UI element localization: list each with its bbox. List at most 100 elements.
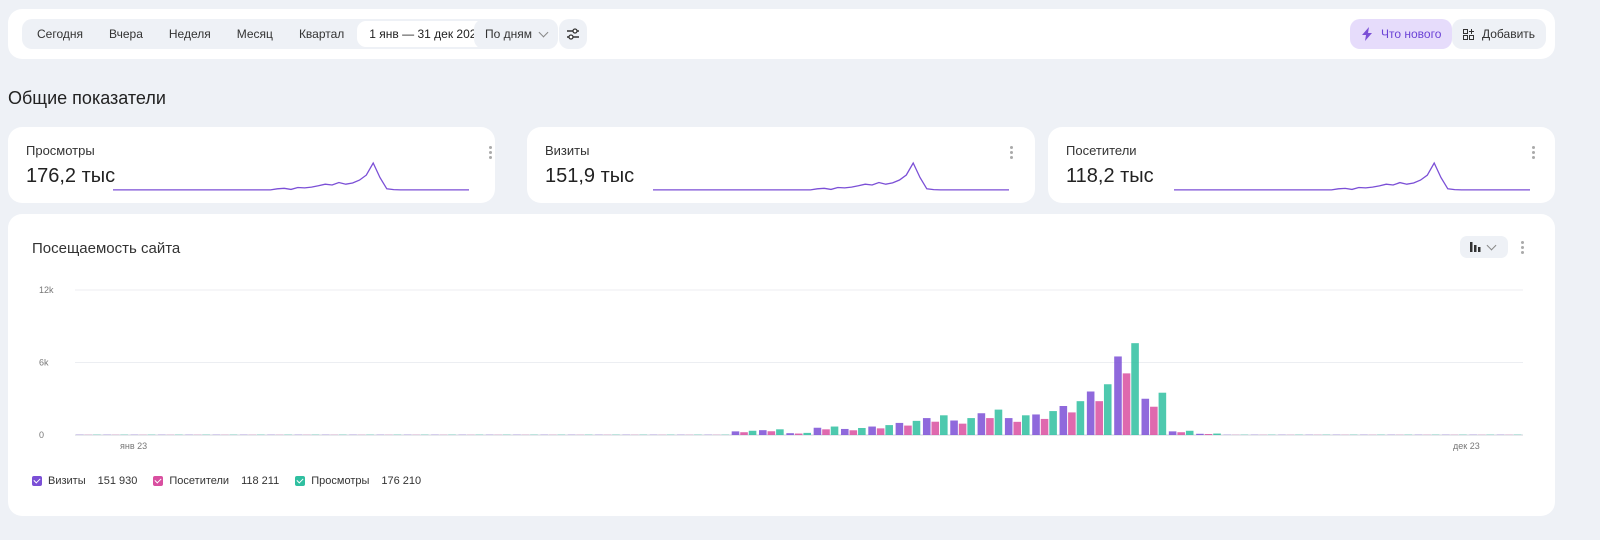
bar-0[interactable] [813, 427, 822, 435]
bar-0[interactable] [759, 430, 767, 435]
bar-0[interactable] [922, 418, 931, 435]
y-tick-label: 12k [39, 285, 54, 295]
bar-2[interactable] [803, 432, 812, 435]
bar-1[interactable] [1040, 418, 1049, 435]
bar-2[interactable] [1185, 430, 1194, 435]
period-quarter[interactable]: Квартал [286, 27, 357, 41]
y-tick-label: 0 [39, 430, 44, 440]
bar-2[interactable] [1131, 343, 1139, 435]
bar-2[interactable] [1103, 384, 1112, 435]
metric-label: Просмотры [26, 143, 95, 158]
bar-1[interactable] [986, 418, 994, 435]
more-icon[interactable] [489, 146, 492, 161]
bar-1[interactable] [958, 423, 967, 435]
bar-1[interactable] [1068, 412, 1076, 435]
bar-1[interactable] [1095, 401, 1103, 435]
metric-card-visitors[interactable]: Посетители 118,2 тыс [1048, 127, 1555, 203]
bar-0[interactable] [1086, 391, 1095, 436]
legend-visitors[interactable]: Посетители 118 211 [153, 475, 279, 487]
period-month[interactable]: Месяц [224, 27, 286, 41]
bar-1[interactable] [876, 428, 885, 435]
bar-0[interactable] [1196, 433, 1204, 435]
bar-2[interactable] [1021, 415, 1030, 435]
bar-1[interactable] [904, 425, 912, 435]
bar-1[interactable] [822, 429, 830, 435]
add-widget-button[interactable]: Добавить [1452, 19, 1547, 49]
legend-visits[interactable]: Визиты 151 930 [32, 475, 137, 487]
sparkline [1174, 161, 1530, 191]
metric-value: 151,9 тыс [545, 165, 635, 187]
bar-2[interactable] [912, 420, 921, 435]
bar-2[interactable] [776, 429, 784, 435]
bar-0[interactable] [1059, 406, 1068, 435]
bar-2[interactable] [1049, 411, 1057, 435]
bar-0[interactable] [868, 426, 876, 435]
chart-legend: Визиты 151 930 Посетители 118 211 Просмотр… [32, 475, 421, 487]
bar-0[interactable] [977, 413, 986, 435]
bar-2[interactable] [994, 409, 1003, 435]
filters-button[interactable] [559, 19, 587, 49]
period-yesterday[interactable]: Вчера [96, 27, 156, 41]
bar-1[interactable] [1150, 406, 1158, 435]
bar-0[interactable] [1168, 431, 1177, 435]
metric-card-visits[interactable]: Визиты 151,9 тыс [527, 127, 1035, 203]
chart-type-select[interactable] [1460, 236, 1508, 258]
sliders-icon [567, 28, 579, 40]
bar-2[interactable] [967, 418, 975, 435]
bar-2[interactable] [940, 415, 948, 435]
more-icon[interactable] [1532, 146, 1535, 161]
chevron-down-icon [538, 27, 549, 37]
whats-new-button[interactable]: Что нового [1350, 19, 1453, 49]
period-selector: Сегодня Вчера Неделя Месяц Квартал 1 янв… [22, 19, 513, 49]
bar-2[interactable] [830, 426, 839, 435]
bar-1[interactable] [794, 433, 803, 435]
metric-label: Визиты [545, 143, 590, 158]
y-tick-label: 6k [39, 358, 49, 368]
x-tick-label: дек 23 [1453, 441, 1480, 451]
legend-label: Визиты [48, 475, 86, 487]
bar-0[interactable] [950, 420, 958, 436]
sparkline [653, 161, 1009, 191]
more-icon[interactable] [1010, 146, 1013, 161]
bar-2[interactable] [1158, 392, 1167, 435]
legend-total: 176 210 [381, 475, 422, 487]
more-icon[interactable] [1521, 241, 1524, 256]
bar-2[interactable] [1213, 433, 1221, 435]
lightning-icon [1362, 27, 1372, 41]
bar-1[interactable] [931, 421, 940, 435]
bar-2[interactable] [885, 425, 893, 435]
bar-1[interactable] [740, 432, 748, 435]
bar-1[interactable] [767, 431, 776, 435]
toolbar: Сегодня Вчера Неделя Месяц Квартал 1 янв… [8, 9, 1555, 59]
bar-1[interactable] [1177, 432, 1185, 435]
bar-1[interactable] [1122, 373, 1131, 435]
bar-1[interactable] [1204, 434, 1213, 435]
checkbox-icon [295, 476, 306, 486]
bar-2[interactable] [858, 427, 866, 435]
chevron-down-icon [1486, 240, 1497, 250]
sparkline [113, 161, 469, 191]
legend-total: 151 930 [97, 475, 138, 487]
section-title: Общие показатели [8, 88, 166, 108]
bar-0[interactable] [731, 431, 740, 435]
metric-card-views[interactable]: Просмотры 176,2 тыс [8, 127, 495, 203]
period-week[interactable]: Неделя [156, 27, 224, 41]
metric-label: Посетители [1066, 143, 1137, 158]
period-today[interactable]: Сегодня [24, 27, 96, 41]
bar-0[interactable] [786, 433, 794, 435]
legend-views[interactable]: Просмотры 176 210 [295, 475, 421, 487]
bar-0[interactable] [1141, 398, 1150, 435]
bar-0[interactable] [895, 422, 904, 435]
bar-0[interactable] [1032, 414, 1040, 435]
grouping-select[interactable]: По дням [474, 19, 559, 49]
legend-label: Посетители [169, 475, 230, 487]
traffic-widget: Посещаемость сайта 0 6k 12k янв 23 дек 23 Ви… [8, 214, 1555, 516]
bar-0[interactable] [1114, 356, 1122, 435]
bar-2[interactable] [748, 430, 757, 435]
bar-1[interactable] [849, 430, 858, 435]
sparkline-line [113, 161, 469, 191]
bar-2[interactable] [1076, 401, 1085, 435]
bar-0[interactable] [1004, 418, 1013, 435]
bar-0[interactable] [840, 428, 849, 435]
bar-1[interactable] [1013, 421, 1022, 435]
